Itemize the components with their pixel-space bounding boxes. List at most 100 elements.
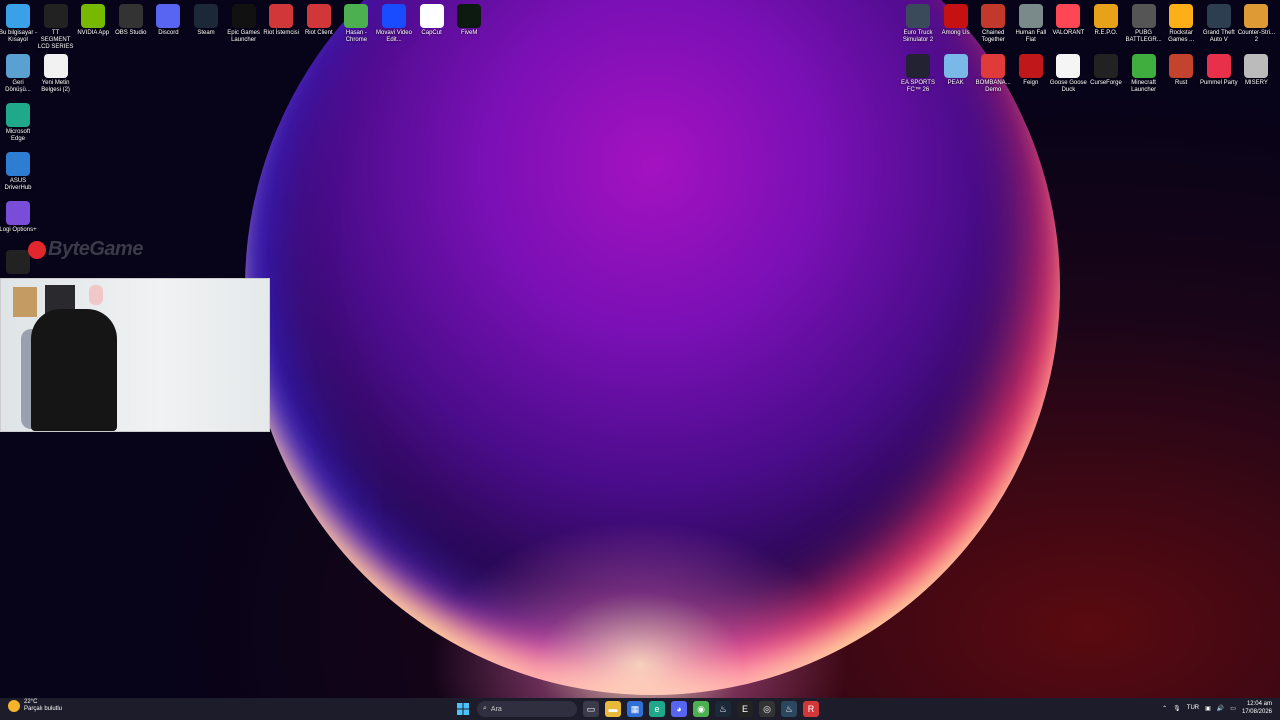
desktop-shortcut[interactable]: ASUS DriverHub xyxy=(0,152,37,192)
desktop-shortcut[interactable]: Riot Client xyxy=(300,4,338,37)
desktop-shortcut[interactable]: EA SPORTS FC™ 26 xyxy=(899,54,937,94)
steam-window-taskbar-icon[interactable]: ♨ xyxy=(781,701,797,717)
room-decoration xyxy=(89,285,103,305)
desktop-shortcut[interactable]: Human Fall Flat xyxy=(1012,4,1050,44)
human-fall-flat-icon xyxy=(1018,4,1043,28)
riot-icon xyxy=(269,4,294,28)
desktop-shortcut[interactable]: Pummel Party xyxy=(1200,54,1238,87)
epic-taskbar-icon[interactable]: E xyxy=(737,701,753,717)
peak-icon xyxy=(943,54,968,78)
desktop-shortcut[interactable]: Rust xyxy=(1162,54,1200,87)
misery-icon xyxy=(1244,54,1269,78)
watermark-text: ByteGame xyxy=(48,238,143,260)
pubg-icon xyxy=(1131,4,1156,28)
bombana-icon xyxy=(981,54,1006,78)
desktop-shortcut[interactable]: R.E.P.O. xyxy=(1087,4,1125,37)
desktop-shortcut[interactable]: OBS Studio xyxy=(112,4,150,37)
shortcut-label: BOMBANA... Demo xyxy=(975,80,1011,93)
shortcut-label: Minecraft Launcher xyxy=(1131,80,1157,93)
capcut-icon xyxy=(419,4,444,28)
weather-desc: Parçalı bulutlu xyxy=(24,706,63,712)
desktop-shortcut[interactable]: Rockstar Games ... xyxy=(1162,4,1200,44)
microphone-icon[interactable]: 🎙 xyxy=(1173,705,1181,712)
desktop-shortcut[interactable]: BOMBANA... Demo xyxy=(974,54,1012,94)
desktop-shortcut[interactable]: NVIDIA App xyxy=(74,4,112,37)
system-tray: ⌃ 🎙 TUR ▣ 🔊 ▭ 12:04 am 17/08/2026 xyxy=(1162,700,1272,716)
desktop-shortcut[interactable]: PUBG BATTLEGR... xyxy=(1125,4,1163,44)
shortcut-label: Riot Client xyxy=(304,30,333,36)
edge-taskbar-icon[interactable]: e xyxy=(649,701,665,717)
shortcut-label: Discord xyxy=(158,30,179,36)
desktop-shortcut[interactable]: Goose Goose Duck xyxy=(1049,54,1087,94)
taskbar: 22°C Parçalı bulutlu ⌕ Ara ▭ ▬ ▦ e ◕ ◉ ♨… xyxy=(0,698,1280,720)
windows-icon xyxy=(457,703,469,715)
shortcut-label: Microsoft Edge xyxy=(5,129,31,142)
language-indicator[interactable]: TUR xyxy=(1187,705,1199,711)
recycle-bin-icon xyxy=(6,54,30,78)
desktop-shortcut[interactable]: Among Us xyxy=(937,4,975,37)
desktop-shortcut[interactable]: Chained Together xyxy=(974,4,1012,44)
riot-icon xyxy=(306,4,331,28)
desktop-shortcut[interactable]: Logi Options+ xyxy=(0,201,37,234)
volume-icon[interactable]: 🔊 xyxy=(1217,705,1224,712)
shortcut-label: PUBG BATTLEGR... xyxy=(1125,30,1162,43)
start-button[interactable] xyxy=(455,701,471,717)
desktop-shortcut[interactable]: CapCut xyxy=(413,4,451,37)
chrome-taskbar-icon[interactable]: ◉ xyxy=(693,701,709,717)
repo-icon xyxy=(1094,4,1118,28)
desktop-shortcut[interactable]: CurseForge xyxy=(1087,54,1125,87)
obs-taskbar-icon[interactable]: ◎ xyxy=(759,701,775,717)
desktop-shortcut[interactable]: Counter-Stri... 2 xyxy=(1237,4,1275,44)
shortcut-label: R.E.P.O. xyxy=(1094,30,1118,36)
logi-icon xyxy=(6,201,30,225)
steam-taskbar-icon[interactable]: ♨ xyxy=(715,701,731,717)
shortcut-label: Epic Games Launcher xyxy=(227,30,260,43)
desktop-shortcut[interactable]: Yeni Metin Belgesi (2) xyxy=(37,54,75,94)
network-icon[interactable]: ▣ xyxy=(1205,705,1211,712)
desktop-shortcut[interactable]: MISERY xyxy=(1237,54,1275,87)
ets2-icon xyxy=(906,4,930,28)
store-icon[interactable]: ▦ xyxy=(627,701,643,717)
chained-together-icon xyxy=(981,4,1006,28)
among-us-icon xyxy=(943,4,968,28)
shortcut-label: Riot İstemcisi xyxy=(263,30,300,36)
watermark-logo-icon xyxy=(28,240,46,259)
desktop-shortcut[interactable]: Discord xyxy=(149,4,187,37)
shortcut-label: Counter-Stri... 2 xyxy=(1237,30,1276,43)
desktop-shortcut[interactable]: Epic Games Launcher xyxy=(225,4,263,44)
clock-date: 17/08/2026 xyxy=(1241,709,1272,715)
discord-taskbar-icon[interactable]: ◕ xyxy=(671,701,687,717)
desktop-shortcut[interactable]: Bu bilgisayar - Kısayol xyxy=(0,4,37,44)
desktop-shortcut[interactable]: TT SEGMENT LCD SERIES xyxy=(37,4,75,51)
search-icon: ⌕ xyxy=(483,705,487,712)
desktop-shortcut[interactable]: Microsoft Edge xyxy=(0,103,37,143)
riot-taskbar-icon[interactable]: R xyxy=(803,701,819,717)
shortcut-label: Rust xyxy=(1175,80,1188,86)
desktop-shortcut[interactable]: PEAK xyxy=(937,54,975,87)
shortcut-label: Steam xyxy=(197,30,215,36)
search-box[interactable]: ⌕ Ara xyxy=(477,701,577,717)
pummel-party-icon xyxy=(1206,54,1231,78)
desktop-shortcut[interactable]: VALORANT xyxy=(1049,4,1087,37)
ubisoft-icon xyxy=(6,250,30,274)
desktop-shortcut[interactable]: Euro Truck Simulator 2 xyxy=(899,4,937,44)
desktop-shortcut[interactable]: Movavi Video Edit... xyxy=(375,4,413,44)
desktop-shortcut[interactable]: Riot İstemcisi xyxy=(262,4,300,37)
asus-icon xyxy=(6,152,30,176)
desktop-shortcut[interactable]: Steam xyxy=(187,4,225,37)
shortcut-label: Bu bilgisayar - Kısayol xyxy=(0,30,38,43)
desktop-shortcut[interactable]: Hasan - Chrome xyxy=(337,4,375,44)
feign-icon xyxy=(1018,54,1043,78)
desktop-shortcut[interactable]: Geri Dönüşü... xyxy=(0,54,37,94)
desktop-shortcut[interactable]: FiveM xyxy=(450,4,488,37)
clock[interactable]: 12:04 am 17/08/2026 xyxy=(1242,700,1272,716)
fivem-icon xyxy=(457,4,482,28)
desktop-shortcut[interactable]: Minecraft Launcher xyxy=(1125,54,1163,94)
desktop-shortcut[interactable]: Feign xyxy=(1012,54,1050,87)
desktop-shortcut[interactable]: Grand Theft Auto V xyxy=(1200,4,1238,44)
file-explorer-icon[interactable]: ▬ xyxy=(605,701,621,717)
task-view-icon[interactable]: ▭ xyxy=(583,701,599,717)
battery-icon[interactable]: ▭ xyxy=(1230,705,1236,712)
chevron-up-icon[interactable]: ⌃ xyxy=(1162,705,1167,712)
weather-widget[interactable]: 22°C Parçalı bulutlu xyxy=(8,699,62,713)
